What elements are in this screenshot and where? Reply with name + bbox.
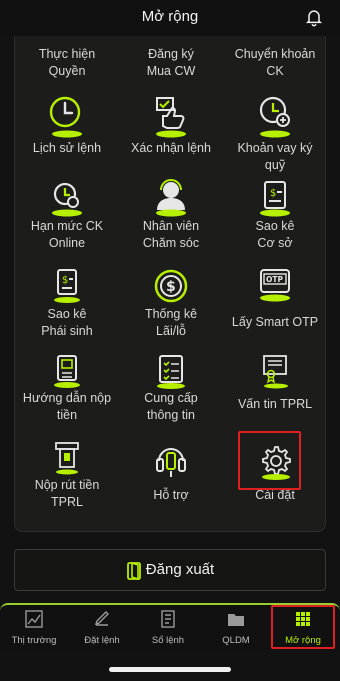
menu-item-label: Sao kê Phái sinh: [41, 307, 93, 338]
tab-label: Sổ lệnh: [151, 635, 185, 646]
menu-item-label: Thực hiện Quyền: [38, 47, 96, 78]
clock-plus-doc-icon: [52, 182, 82, 217]
menu-item-care-staff[interactable]: Nhân viên Chăm sóc: [119, 178, 223, 252]
statement-derivative-icon: $: [54, 269, 80, 303]
more-tab-highlight-box: [271, 605, 335, 649]
menu-item-label: Thống kê Lãi/lỗ: [144, 307, 198, 338]
menu-item-profit-loss[interactable]: $ Thống kê Lãi/lỗ: [119, 266, 223, 340]
statement-icon: $: [260, 181, 290, 217]
headset-icon: [156, 448, 186, 477]
menu-item-label: Đăng ký Mua CW: [146, 47, 196, 78]
menu-item-label: Xác nhận lệnh: [131, 141, 211, 155]
tab-label: QLDM: [222, 635, 250, 646]
menu-item-label: Nhân viên Chăm sóc: [142, 219, 200, 250]
svg-text:OTP: OTP: [266, 275, 283, 284]
header-bar: Mở rộng: [0, 0, 340, 36]
menu-item-statement-derivative[interactable]: $ Sao kê Phái sinh: [15, 266, 119, 340]
menu-item-label: Vấn tin TPRL: [237, 397, 313, 411]
menu-item-provide-info[interactable]: Cung cấp thông tin: [119, 354, 223, 424]
chart-line-icon: [25, 610, 43, 628]
tab-label: Đặt lệnh: [84, 635, 120, 646]
menu-item-transfer[interactable]: Chuyển khoản CK: [223, 46, 325, 80]
logout-button[interactable]: Đăng xuất: [14, 549, 326, 591]
tab-place-order[interactable]: Đặt lệnh: [70, 609, 134, 646]
clock-plus-icon: [259, 96, 290, 138]
menu-item-tprl-inquiry[interactable]: Vấn tin TPRL: [223, 354, 325, 413]
menu-item-label: Khoản vay ký quỹ: [237, 141, 313, 172]
menu-item-online-limit[interactable]: Hạn mức CK Online: [15, 178, 119, 252]
tab-order-book[interactable]: Sổ lệnh: [136, 609, 200, 646]
dollar-circle-icon: $: [154, 269, 188, 303]
menu-item-label: Hướng dẫn nộp tiền: [22, 391, 112, 422]
settings-highlight-box: [238, 431, 301, 490]
atm-icon: [55, 442, 79, 475]
svg-text:$: $: [166, 279, 176, 295]
certificate-icon: [263, 355, 288, 389]
menu-item-order-confirm[interactable]: Xác nhận lệnh: [119, 92, 223, 157]
info-list-icon: [157, 355, 185, 389]
thumb-up-doc-icon: [156, 97, 186, 138]
svg-text:$: $: [62, 275, 68, 286]
menu-item-smart-otp[interactable]: OTP Lấy Smart OTP: [223, 266, 325, 331]
menu-panel: Thực hiện Quyền Đăng ký Mua CW Chuyển kh…: [14, 36, 326, 532]
tab-label: Thị trường: [11, 635, 57, 646]
support-agent-icon: [156, 179, 186, 217]
bell-icon[interactable]: [304, 7, 324, 27]
menu-item-rights[interactable]: Thực hiện Quyền: [15, 46, 119, 80]
tab-market[interactable]: Thị trường: [2, 609, 66, 646]
bottom-tab-bar: Thị trường Đặt lệnh Sổ lệnh QLDM Mở rộng: [0, 603, 340, 651]
logout-label: Đăng xuất: [145, 561, 215, 578]
order-icon: [94, 611, 109, 626]
menu-item-statement-basic[interactable]: $ Sao kê Cơ sở: [223, 178, 325, 252]
tab-portfolio[interactable]: QLDM: [204, 609, 268, 646]
order-book-icon: [161, 610, 175, 628]
menu-item-label: Chuyển khoản CK: [234, 47, 316, 78]
menu-item-tprl-deposit-withdraw[interactable]: Nộp rút tiền TPRL: [15, 441, 119, 511]
otp-icon: OTP: [260, 269, 290, 302]
menu-item-margin-loan[interactable]: Khoản vay ký quỹ: [223, 92, 325, 174]
menu-item-label: Cung cấp thông tin: [144, 391, 198, 422]
home-indicator[interactable]: [109, 667, 231, 672]
page-title: Mở rộng: [141, 8, 199, 25]
svg-text:$: $: [270, 188, 276, 199]
menu-item-label: Lịch sử lệnh: [32, 141, 102, 155]
deposit-guide-icon: [54, 355, 80, 388]
menu-item-deposit-guide[interactable]: Hướng dẫn nộp tiền: [15, 354, 119, 424]
menu-item-label: Lấy Smart OTP: [231, 315, 319, 329]
menu-item-label: Hạn mức CK Online: [30, 219, 104, 250]
menu-item-label: Sao kê Cơ sở: [255, 219, 295, 250]
menu-item-support[interactable]: Hỗ trợ: [119, 441, 223, 504]
menu-item-order-history[interactable]: Lịch sử lệnh: [15, 92, 119, 157]
menu-item-label: Hỗ trợ: [153, 488, 189, 502]
menu-item-register-cw[interactable]: Đăng ký Mua CW: [119, 46, 223, 80]
clock-icon: [49, 96, 82, 138]
folder-icon: [228, 614, 244, 626]
menu-item-label: Nộp rút tiền TPRL: [34, 478, 100, 509]
